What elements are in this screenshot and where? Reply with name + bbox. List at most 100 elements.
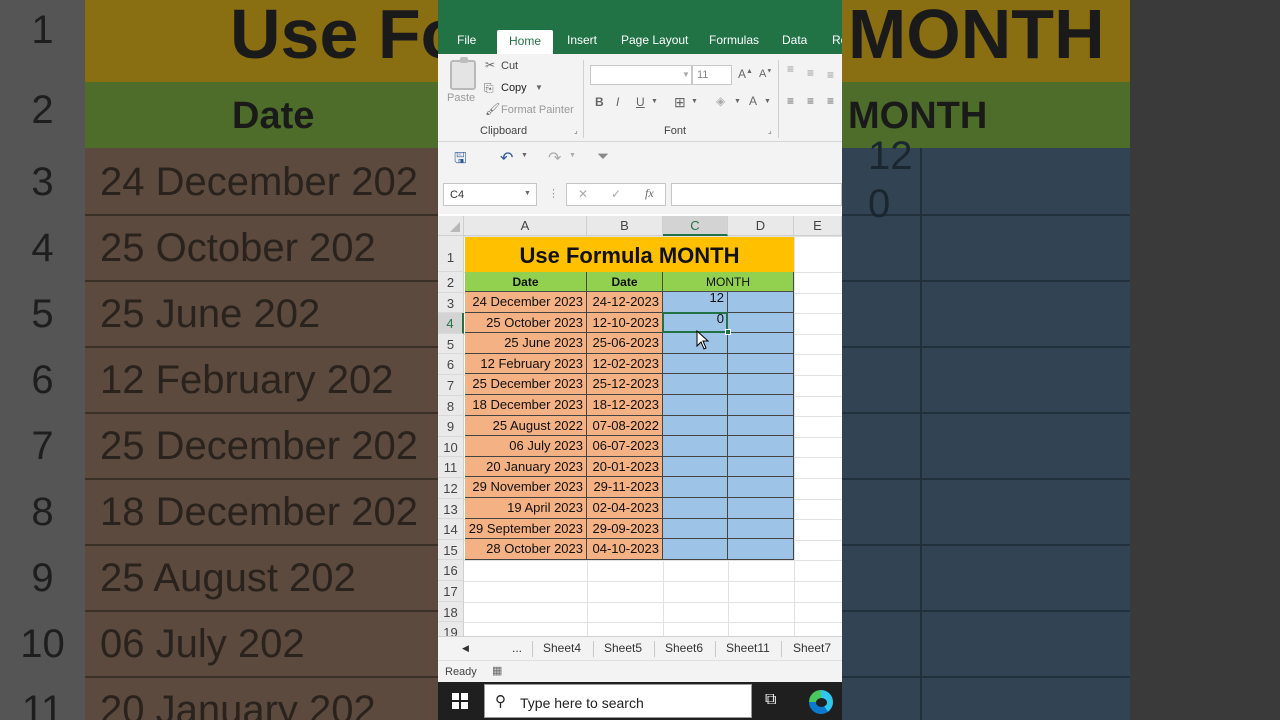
name-box[interactable]: C4	[443, 183, 537, 206]
row-header-14[interactable]: 14	[438, 519, 464, 540]
row-header-9[interactable]: 9	[438, 416, 464, 437]
header-date-a[interactable]: Date	[465, 272, 587, 292]
column-header-b[interactable]: B	[587, 216, 663, 236]
cell-month[interactable]	[663, 477, 728, 498]
row-header-1[interactable]: 1	[438, 236, 464, 272]
cell-date-text[interactable]: 25 December 2023	[465, 374, 587, 395]
sheet-tab-sheet5[interactable]: Sheet5	[604, 641, 642, 655]
cell-date-value[interactable]: 29-11-2023	[587, 477, 663, 498]
row-header-19[interactable]: 19	[438, 622, 464, 636]
undo-icon[interactable]: ↶	[500, 148, 513, 168]
filter-icon[interactable]: ⏷	[597, 148, 609, 165]
cell-month[interactable]	[663, 374, 728, 395]
row-header-5[interactable]: 5	[438, 333, 464, 355]
fill-color-icon[interactable]: ◈	[716, 94, 725, 108]
chevron-down-icon[interactable]: ▼	[524, 190, 531, 197]
align-bottom-icon[interactable]: ≡	[827, 68, 834, 82]
more-options-icon[interactable]: ⋮	[548, 187, 559, 200]
grow-font-icon[interactable]: A▲	[738, 67, 753, 81]
row-header-17[interactable]: 17	[438, 581, 464, 602]
chevron-down-icon[interactable]: ▼	[569, 152, 576, 159]
cell-date-value[interactable]: 02-04-2023	[587, 498, 663, 519]
enter-icon[interactable]: ✓	[611, 187, 621, 201]
insert-function-button[interactable]: fx	[645, 186, 654, 201]
copy-icon[interactable]: ⎘	[484, 81, 494, 96]
sheet-tab-sheet6[interactable]: Sheet6	[665, 641, 703, 655]
column-header-d[interactable]: D	[728, 216, 794, 236]
align-left-icon[interactable]: ≡	[787, 94, 794, 108]
sheet-tab-sheet4[interactable]: Sheet4	[543, 641, 581, 655]
cell-month[interactable]: 12	[663, 292, 728, 313]
row-header-6[interactable]: 6	[438, 354, 464, 375]
cell-month-d[interactable]	[728, 518, 794, 540]
cell-month-d[interactable]	[728, 436, 794, 457]
tab-file[interactable]: File	[457, 33, 476, 47]
cell-date-text[interactable]: 29 September 2023	[465, 518, 587, 540]
cell-date-text[interactable]: 06 July 2023	[465, 436, 587, 457]
cell-date-text[interactable]: 25 October 2023	[465, 312, 587, 334]
underline-button[interactable]: U	[636, 95, 645, 109]
windows-start-icon[interactable]	[452, 693, 468, 709]
cell-date-value[interactable]: 25-06-2023	[587, 333, 663, 354]
sheet-tab-sheet11[interactable]: Sheet11	[726, 641, 770, 655]
select-all-button[interactable]	[438, 216, 464, 236]
cell-date-text[interactable]: 25 June 2023	[465, 333, 587, 354]
dialog-launcher-icon[interactable]: ⌟	[768, 126, 772, 135]
tab-formulas[interactable]: Formulas	[709, 33, 759, 47]
cell-date-text[interactable]: 28 October 2023	[465, 539, 587, 560]
row-header-8[interactable]: 8	[438, 395, 464, 417]
paste-icon[interactable]	[450, 57, 476, 90]
cell-month-d[interactable]	[728, 292, 794, 313]
more-sheets-button[interactable]: ...	[512, 641, 522, 655]
chevron-down-icon[interactable]: ▼	[535, 83, 543, 92]
task-view-icon[interactable]: ⧉	[765, 691, 776, 709]
edge-browser-icon[interactable]	[809, 690, 833, 714]
row-header-16[interactable]: 16	[438, 560, 464, 581]
redo-icon[interactable]: ↷	[548, 148, 561, 168]
sheet-tab-sheet7[interactable]: Sheet7	[793, 641, 831, 655]
row-header-11[interactable]: 11	[438, 457, 464, 478]
row-header-10[interactable]: 10	[438, 436, 464, 458]
cell-month[interactable]	[663, 539, 728, 560]
paste-button[interactable]: Paste	[447, 92, 475, 104]
italic-button[interactable]: I	[616, 95, 619, 109]
cell-month[interactable]	[663, 353, 728, 375]
cell-month-d[interactable]	[728, 395, 794, 416]
column-header-e[interactable]: E	[794, 216, 842, 236]
cell-date-value[interactable]: 07-08-2022	[587, 415, 663, 437]
format-painter-icon[interactable]: 🖌	[485, 102, 500, 116]
row-header-4[interactable]: 4	[438, 313, 464, 334]
cell-date-text[interactable]: 12 February 2023	[465, 353, 587, 375]
row-header-7[interactable]: 7	[438, 375, 464, 396]
cell-date-value[interactable]: 12-02-2023	[587, 353, 663, 375]
save-icon[interactable]: 🖫	[454, 148, 467, 173]
cell-month[interactable]	[663, 456, 728, 478]
align-top-icon[interactable]: ≡	[787, 62, 794, 76]
row-header-2[interactable]: 2	[438, 272, 464, 293]
copy-button[interactable]: Copy	[501, 82, 527, 94]
cell-date-value[interactable]: 12-10-2023	[587, 312, 663, 334]
row-header-12[interactable]: 12	[438, 478, 464, 499]
taskbar-search[interactable]: ⚲ Type here to search	[484, 684, 752, 718]
scroll-left-icon[interactable]: ◀	[462, 643, 469, 654]
format-painter-button[interactable]: Format Painter	[501, 104, 574, 116]
align-middle-icon[interactable]: ≡	[807, 66, 814, 80]
row-header-3[interactable]: 3	[438, 292, 464, 314]
fill-handle[interactable]	[725, 329, 731, 335]
shrink-font-icon[interactable]: A▼	[759, 68, 772, 80]
font-name-box[interactable]	[590, 65, 692, 85]
header-month[interactable]: MONTH	[663, 272, 794, 292]
cell-month-d[interactable]	[728, 498, 794, 519]
cell-date-text[interactable]: 24 December 2023	[465, 292, 587, 313]
cell-date-value[interactable]: 18-12-2023	[587, 395, 663, 416]
cell-month-d[interactable]	[728, 374, 794, 395]
chevron-down-icon[interactable]: ▼	[691, 98, 698, 105]
cell-date-text[interactable]: 25 August 2022	[465, 415, 587, 437]
cell-date-text[interactable]: 20 January 2023	[465, 456, 587, 478]
align-center-icon[interactable]: ≡	[807, 94, 814, 108]
tab-page-layout[interactable]: Page Layout	[621, 33, 688, 47]
cell-date-text[interactable]: 19 April 2023	[465, 498, 587, 519]
column-header-a[interactable]: A	[464, 216, 587, 236]
chevron-down-icon[interactable]: ▼	[764, 98, 771, 105]
cell-month-d[interactable]	[728, 456, 794, 478]
